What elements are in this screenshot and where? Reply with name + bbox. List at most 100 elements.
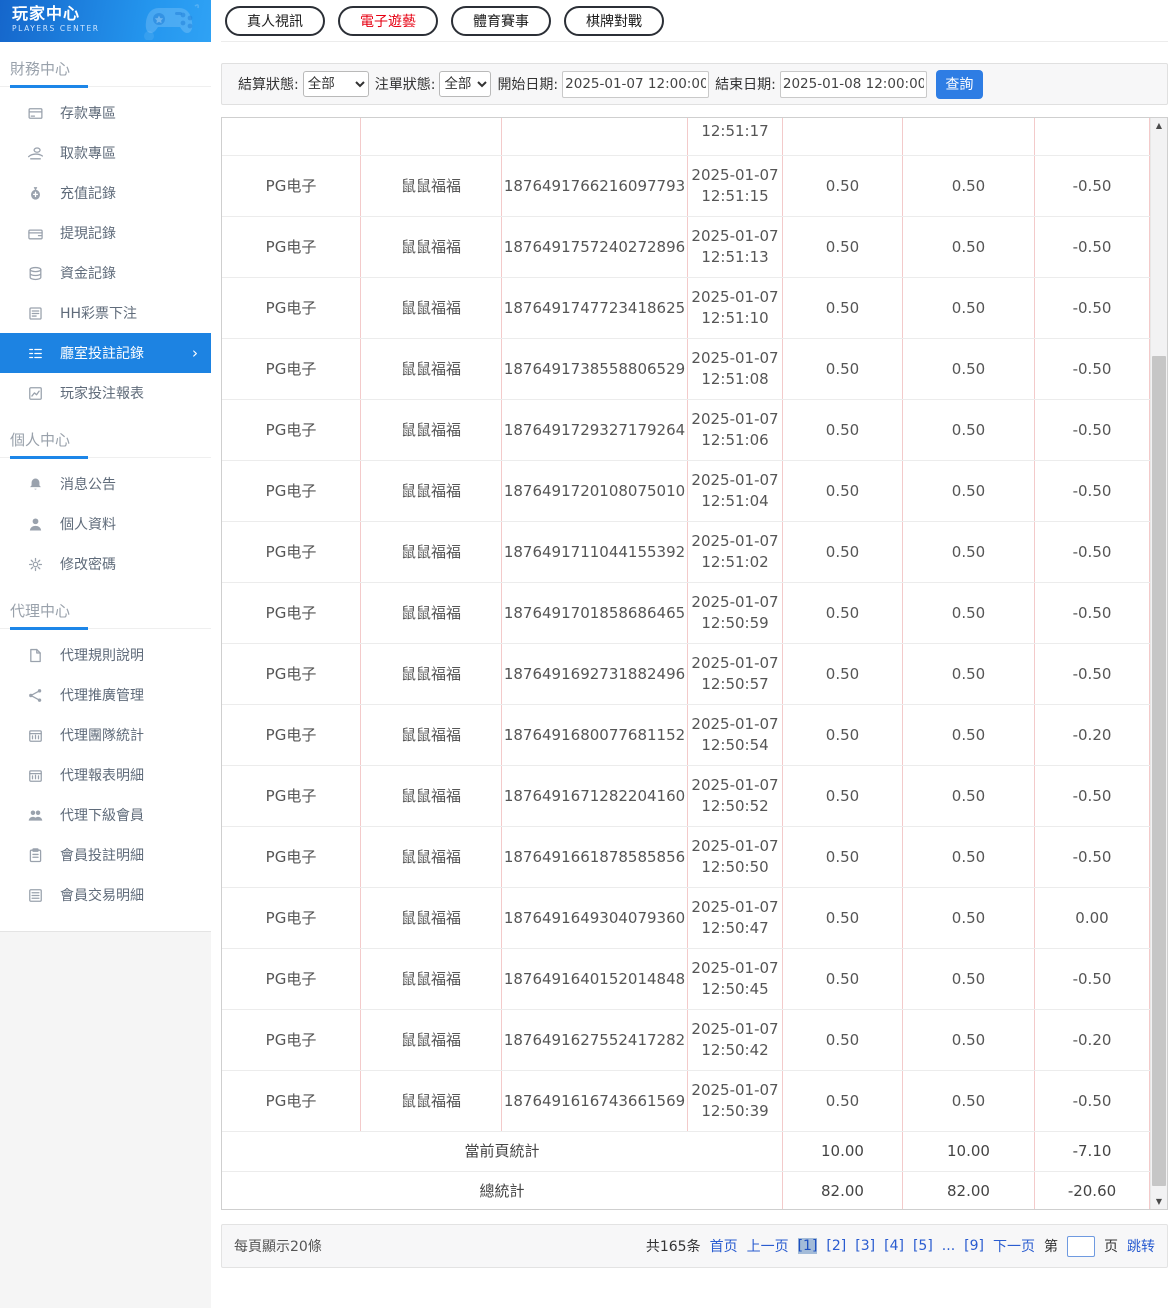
cell-profit: -0.20 bbox=[1035, 1010, 1150, 1070]
cell-game-name: 鼠鼠福福 bbox=[361, 644, 502, 704]
summary-label: 當前頁統計 bbox=[222, 1132, 783, 1171]
cell-game-name: 鼠鼠福福 bbox=[361, 1010, 502, 1070]
sidebar-menu: 財務中心存款專區›取款專區›充值記錄›提現記錄›資金記錄›HH彩票下注›廳室投註… bbox=[0, 58, 211, 915]
scrollbar-thumb[interactable] bbox=[1152, 356, 1166, 1186]
cell-valid-bet: 0.50 bbox=[903, 949, 1035, 1009]
sidebar-item-2-4[interactable]: 代理下級會員› bbox=[0, 795, 211, 835]
cell-bet-amount: 0.50 bbox=[783, 156, 903, 216]
gamepad-icon bbox=[139, 2, 207, 42]
tab-1[interactable]: 電子遊藝 bbox=[338, 5, 438, 36]
scrollbar-up-arrow[interactable]: ▲ bbox=[1151, 118, 1167, 133]
page-link-2[interactable]: [2] bbox=[826, 1238, 846, 1254]
cell-valid-bet: 0.50 bbox=[903, 522, 1035, 582]
sidebar-item-0-1[interactable]: 取款專區› bbox=[0, 133, 211, 173]
sidebar-item-1-0[interactable]: 消息公告› bbox=[0, 464, 211, 504]
cell-bet-amount: 0.50 bbox=[783, 461, 903, 521]
cell-game-type: PG电子 bbox=[222, 339, 361, 399]
scrollbar-down-arrow[interactable]: ▼ bbox=[1151, 1194, 1167, 1209]
cell-bet-amount: 0.50 bbox=[783, 766, 903, 826]
jump-action-link[interactable]: 跳转 bbox=[1127, 1236, 1155, 1256]
sidebar-item-0-7[interactable]: 玩家投注報表› bbox=[0, 373, 211, 413]
search-button[interactable]: 查詢 bbox=[935, 69, 983, 99]
order-status-select[interactable]: 全部 bbox=[439, 71, 492, 97]
summary-profit: -20.60 bbox=[1035, 1172, 1150, 1209]
cell-profit: -0.50 bbox=[1035, 583, 1150, 643]
sidebar-item-label: 消息公告 bbox=[60, 477, 116, 493]
cell-profit: -0.50 bbox=[1035, 217, 1150, 277]
table-row-7: PG电子 鼠鼠福福 1876491701858686465 2025-01-07 12:… bbox=[222, 583, 1150, 644]
cell-order-id: 1876491720108075010 bbox=[502, 461, 688, 521]
page-link-5[interactable]: [5] bbox=[913, 1238, 933, 1254]
page-link-1[interactable]: [1] bbox=[797, 1238, 818, 1254]
jump-page-input[interactable] bbox=[1067, 1235, 1095, 1257]
page-link-9[interactable]: [9] bbox=[964, 1238, 984, 1254]
page-link-4[interactable]: [4] bbox=[884, 1238, 904, 1254]
tab-3[interactable]: 棋牌對戰 bbox=[564, 5, 664, 36]
sidebar-item-2-3[interactable]: 代理報表明細› bbox=[0, 755, 211, 795]
cell-game-name: 鼠鼠福福 bbox=[361, 583, 502, 643]
end-date-label: 結束日期: bbox=[715, 77, 776, 93]
cell-order-id: 1876491627552417282 bbox=[502, 1010, 688, 1070]
sidebar-item-0-5[interactable]: HH彩票下注› bbox=[0, 293, 211, 333]
sidebar-item-2-5[interactable]: 會員投註明細› bbox=[0, 835, 211, 875]
cell-game-name: 鼠鼠福福 bbox=[361, 522, 502, 582]
sidebar-item-1-1[interactable]: 個人資料› bbox=[0, 504, 211, 544]
sidebar-item-2-1[interactable]: 代理推廣管理› bbox=[0, 675, 211, 715]
prev-page-link[interactable]: 上一页 bbox=[747, 1236, 789, 1256]
sidebar-item-label: 廳室投註記錄 bbox=[60, 346, 144, 362]
sidebar-item-2-0[interactable]: 代理規則說明› bbox=[0, 635, 211, 675]
sidebar-item-0-6[interactable]: 廳室投註記錄 › bbox=[0, 333, 211, 373]
section-underline bbox=[0, 85, 211, 88]
sidebar-item-label: 代理下級會員 bbox=[60, 808, 144, 824]
sidebar-item-0-0[interactable]: 存款專區› bbox=[0, 93, 211, 133]
cell-valid-bet: 0.50 bbox=[903, 400, 1035, 460]
sidebar-item-label: 會員交易明細 bbox=[60, 888, 144, 904]
filter-bar: 結算狀態: 全部 注單狀態: 全部 開始日期: 結束日期: 查詢 bbox=[221, 63, 1168, 105]
sidebar-item-2-6[interactable]: 會員交易明細› bbox=[0, 875, 211, 915]
pagination-bar: 每頁顯示20條 共165条 首页 上一页 [1] [2] [3] [4] [5]...[… bbox=[221, 1224, 1168, 1268]
cell-empty bbox=[222, 118, 361, 155]
tab-2[interactable]: 體育賽事 bbox=[451, 5, 551, 36]
sidebar-item-1-2[interactable]: 修改密碼› bbox=[0, 544, 211, 584]
stats-board-icon bbox=[27, 727, 44, 744]
cell-order-id: 1876491671282204160 bbox=[502, 766, 688, 826]
cell-game-name: 鼠鼠福福 bbox=[361, 278, 502, 338]
cell-game-name: 鼠鼠福福 bbox=[361, 888, 502, 948]
sidebar-item-0-4[interactable]: 資金記錄› bbox=[0, 253, 211, 293]
cell-valid-bet: 0.50 bbox=[903, 888, 1035, 948]
first-page-link[interactable]: 首页 bbox=[710, 1236, 738, 1256]
cell-game-type: PG电子 bbox=[222, 400, 361, 460]
tab-0[interactable]: 真人視訊 bbox=[225, 5, 325, 36]
main-content: 真人視訊 電子遊藝 體育賽事 棋牌對戰 結算狀態: 全部 注單狀態: 全部 開始日期:… bbox=[211, 0, 1168, 1308]
person-icon bbox=[27, 516, 44, 533]
cell-bet-time: 2025-01-07 12:50:45 bbox=[688, 949, 783, 1009]
start-date-input[interactable] bbox=[562, 70, 710, 98]
table-scrollbar[interactable]: ▲ ▼ bbox=[1150, 118, 1167, 1209]
cell-empty bbox=[783, 118, 903, 155]
recharge-bag-icon bbox=[27, 185, 44, 202]
sidebar-item-label: 充值記錄 bbox=[60, 186, 116, 202]
cell-bet-time: 2025-01-07 12:50:50 bbox=[688, 827, 783, 887]
sidebar-panel: 玩家中心 PLAYERS CENTER 財務中心 存款專區 取款專區 充值記錄 … bbox=[0, 0, 211, 932]
cell-order-id: 1876491680077681152 bbox=[502, 705, 688, 765]
settle-status-select[interactable]: 全部 bbox=[302, 71, 369, 97]
sidebar-item-2-2[interactable]: 代理團隊統計› bbox=[0, 715, 211, 755]
sidebar-section-0: 財務中心存款專區›取款專區›充值記錄›提現記錄›資金記錄›HH彩票下注›廳室投註… bbox=[0, 58, 211, 413]
trans-list-icon bbox=[27, 887, 44, 904]
sidebar-item-label: HH彩票下注 bbox=[60, 306, 138, 322]
cell-bet-amount: 0.50 bbox=[783, 522, 903, 582]
cell-valid-bet: 0.50 bbox=[903, 644, 1035, 704]
sidebar-item-0-2[interactable]: 充值記錄› bbox=[0, 173, 211, 213]
table-row-15: PG电子 鼠鼠福福 1876491616743661569 2025-01-07 12:… bbox=[222, 1071, 1150, 1132]
next-page-link[interactable]: 下一页 bbox=[993, 1236, 1035, 1256]
section-title: 個人中心 bbox=[10, 431, 71, 449]
cell-bet-time: 2025-01-07 12:50:57 bbox=[688, 644, 783, 704]
page-link-3[interactable]: [3] bbox=[855, 1238, 875, 1254]
end-date-input[interactable] bbox=[779, 70, 927, 98]
cell-profit: -0.50 bbox=[1035, 644, 1150, 704]
cell-valid-bet: 0.50 bbox=[903, 827, 1035, 887]
sidebar-item-0-3[interactable]: 提現記錄› bbox=[0, 213, 211, 253]
cell-bet-amount: 0.50 bbox=[783, 1071, 903, 1131]
cell-bet-amount: 0.50 bbox=[783, 949, 903, 1009]
cell-game-name: 鼠鼠福福 bbox=[361, 339, 502, 399]
